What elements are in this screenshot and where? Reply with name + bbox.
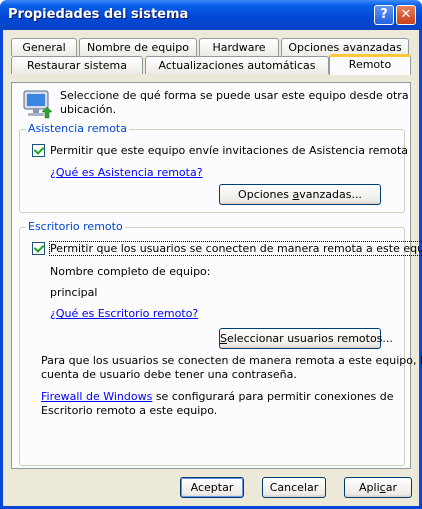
remote-tab-panel: Seleccione de qué forma se puede usar es… bbox=[11, 82, 422, 469]
help-button[interactable]: ? bbox=[374, 5, 394, 25]
tab-general[interactable]: General bbox=[11, 38, 77, 56]
intro-line-2: ubicación. bbox=[60, 103, 117, 116]
tab-restaurar-sistema[interactable]: Restaurar sistema bbox=[11, 56, 143, 74]
firewall-link[interactable]: Firewall de Windows bbox=[41, 390, 152, 403]
computer-name-label: Nombre completo de equipo: bbox=[50, 265, 211, 278]
tab-nombre-de-equipo[interactable]: Nombre de equipo bbox=[79, 38, 197, 56]
window-title: Propiedades del sistema bbox=[8, 7, 189, 22]
aceptar-button[interactable]: Aceptar bbox=[180, 477, 244, 498]
escritorio-remoto-group: Escritorio remoto Permitir que los usuar… bbox=[19, 220, 422, 466]
asistencia-remota-label: Asistencia remota bbox=[26, 122, 129, 135]
system-properties-window: Propiedades del sistema ? ✕ General Nomb… bbox=[0, 0, 422, 509]
seleccionar-usuarios-remotos-button[interactable]: Seleccionar usuarios remotos... bbox=[219, 328, 393, 349]
escritorio-remoto-label: Escritorio remoto bbox=[26, 220, 125, 233]
dialog-client-area: General Nombre de equipo Hardware Opcion… bbox=[3, 30, 422, 506]
password-note-line-1: Para que los usuarios se conecten de man… bbox=[41, 354, 422, 367]
firewall-note-line-1: Firewall de Windows se configurará para … bbox=[41, 390, 394, 403]
close-button[interactable]: ✕ bbox=[396, 5, 416, 25]
computer-icon bbox=[23, 90, 53, 119]
tab-hardware[interactable]: Hardware bbox=[199, 38, 279, 56]
intro-line-1: Seleccione de qué forma se puede usar es… bbox=[60, 89, 409, 102]
password-note-line-2: cuenta de usuario debe tener una contras… bbox=[41, 368, 297, 381]
cancelar-button[interactable]: Cancelar bbox=[262, 477, 326, 498]
tab-actualizaciones-automaticas[interactable]: Actualizaciones automáticas bbox=[145, 56, 329, 74]
asistencia-remota-checkbox[interactable] bbox=[32, 144, 45, 157]
asistencia-remota-checkbox-label[interactable]: Permitir que este equipo envíe invitacio… bbox=[50, 144, 408, 157]
escritorio-remoto-help-link[interactable]: ¿Qué es Escritorio remoto? bbox=[50, 307, 198, 320]
aplicar-button[interactable]: Aplicar bbox=[344, 477, 412, 498]
firewall-note-line-2: Escritorio remoto a este equipo. bbox=[41, 404, 218, 417]
question-icon: ? bbox=[380, 7, 388, 22]
close-icon: ✕ bbox=[400, 7, 412, 22]
opciones-avanzadas-button[interactable]: Opciones avanzadas... bbox=[219, 184, 381, 205]
asistencia-remota-help-link[interactable]: ¿Qué es Asistencia remota? bbox=[50, 166, 203, 179]
asistencia-remota-group: Asistencia remota Permitir que este equi… bbox=[19, 122, 408, 213]
escritorio-remoto-checkbox-label[interactable]: Permitir que los usuarios se conecten de… bbox=[49, 241, 422, 256]
title-bar[interactable]: Propiedades del sistema ? ✕ bbox=[0, 0, 422, 30]
escritorio-remoto-checkbox[interactable] bbox=[32, 242, 45, 255]
tab-remoto[interactable]: Remoto bbox=[329, 54, 411, 75]
computer-name-value: principal bbox=[50, 286, 98, 299]
